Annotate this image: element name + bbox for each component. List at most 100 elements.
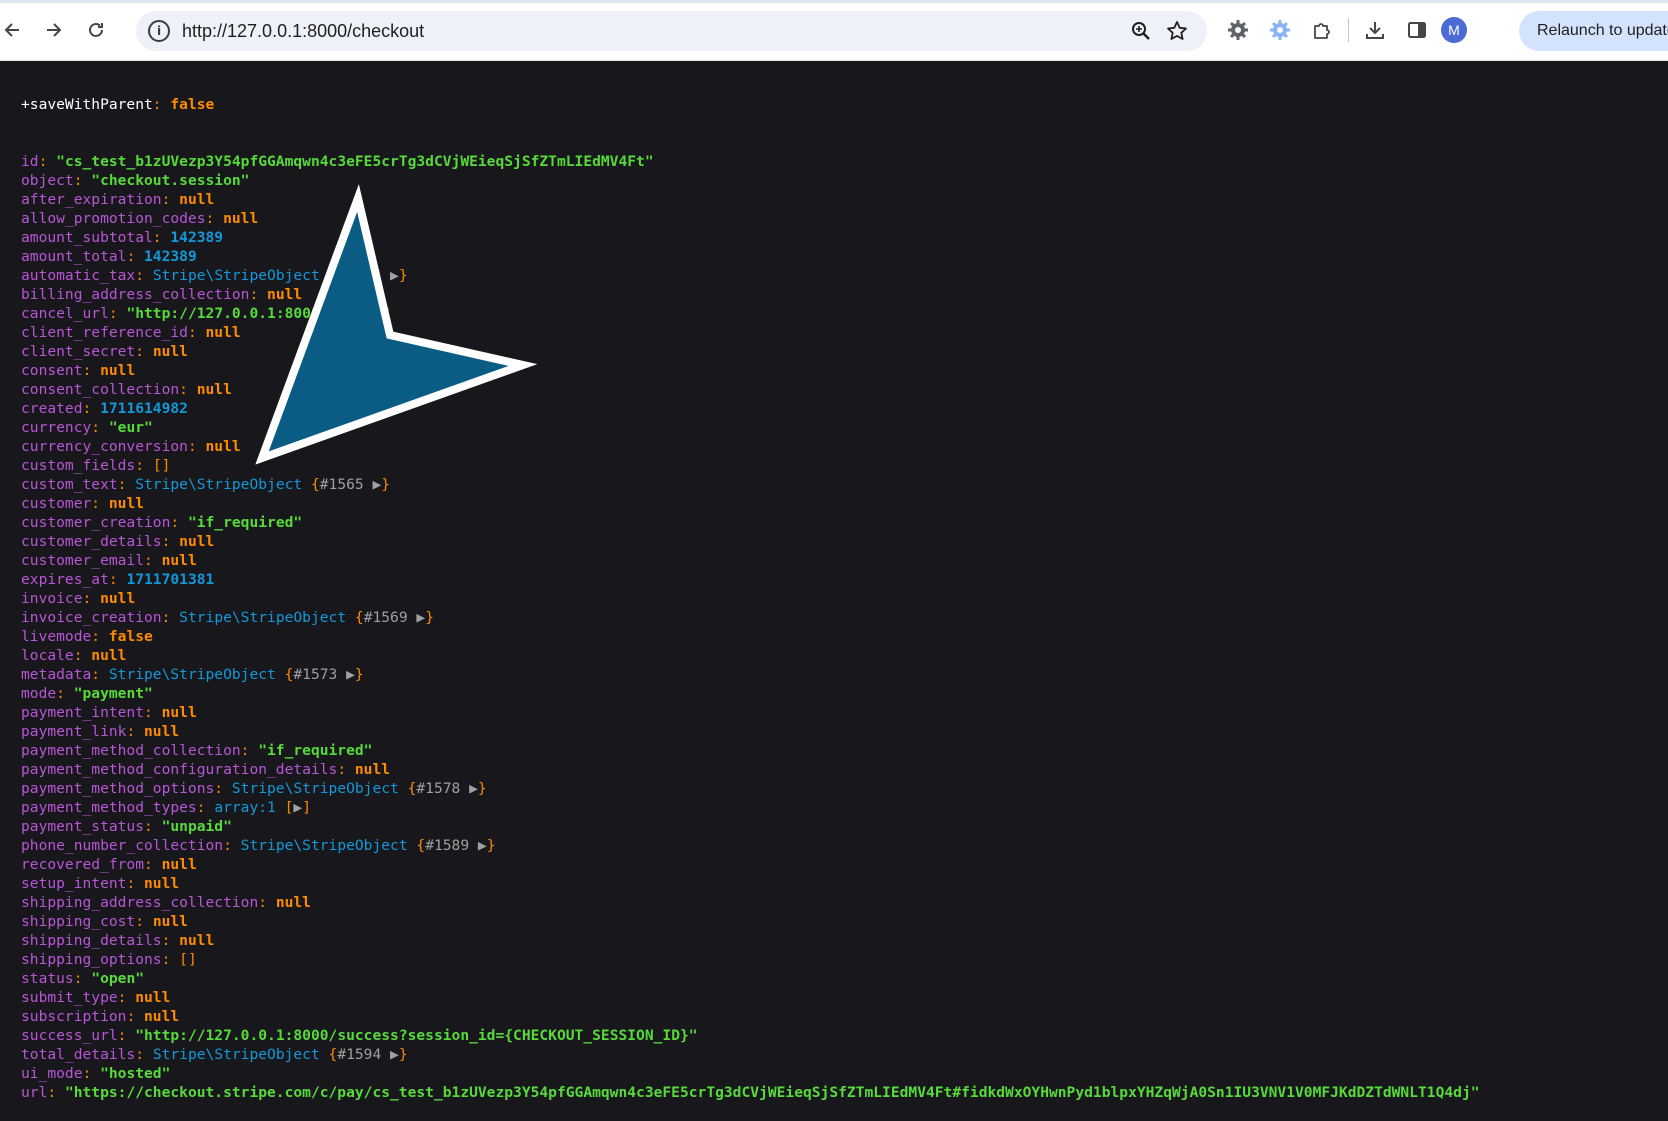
dump-value: null <box>354 761 391 778</box>
dump-row: shipping_options: [] <box>21 951 197 968</box>
dump-value: null <box>100 362 136 379</box>
forward-icon[interactable] <box>36 12 72 48</box>
dump-row: phone_number_collection: Stripe\StripeOb… <box>21 837 496 854</box>
dump-value: "eur" <box>108 419 153 436</box>
dump-key: mode <box>21 685 57 702</box>
dump-row: consent: null <box>21 362 136 379</box>
relaunch-button[interactable]: Relaunch to update <box>1519 11 1668 51</box>
dump-key: customer <box>21 495 92 512</box>
site-info-icon[interactable]: i <box>148 20 170 42</box>
dump-value: "https://checkout.stripe.com/c/pay/cs_te… <box>64 1084 1480 1101</box>
object-ref: #1573 <box>293 666 338 683</box>
expand-toggle-icon[interactable]: ▶ <box>469 837 487 854</box>
dump-key: payment_intent <box>21 704 145 721</box>
toolbar-separator <box>1348 18 1349 42</box>
dump-row: created: 1711614982 <box>21 400 188 417</box>
address-bar[interactable]: i http://127.0.0.1:8000/checkout <box>136 11 1207 51</box>
dump-row: amount_total: 142389 <box>21 248 197 265</box>
dump-value: Stripe\StripeObject <box>179 609 347 626</box>
dump-key: shipping_cost <box>21 913 136 930</box>
extension-gear-icon[interactable] <box>1220 12 1256 48</box>
extension-flower-icon[interactable] <box>1262 12 1298 48</box>
expand-toggle-icon[interactable]: ▶ <box>381 1046 399 1063</box>
dump-row: payment_method_types: array:1 [▶] <box>21 799 311 816</box>
dump-value: 1711701381 <box>126 571 215 588</box>
dump-row: billing_address_collection: null <box>21 286 303 303</box>
dump-key: success_url <box>21 1027 118 1044</box>
dump-key: allow_promotion_codes <box>21 210 206 227</box>
dump-key: custom_fields <box>21 457 136 474</box>
dump-row: payment_method_collection: "if_required" <box>21 742 373 759</box>
dump-value: null <box>135 989 171 1006</box>
dump-key: payment_status <box>21 818 145 835</box>
dump-row: invoice_creation: Stripe\StripeObject {#… <box>21 609 434 626</box>
dump-value: null <box>267 286 303 303</box>
dump-value: null <box>179 932 215 949</box>
dump-value: null <box>205 324 241 341</box>
expand-toggle-icon[interactable]: ▶ <box>364 476 381 493</box>
expand-toggle-icon[interactable]: ▶ <box>381 267 399 284</box>
expand-toggle-icon[interactable]: ▶ <box>337 666 355 683</box>
dump-key: customer_email <box>21 552 145 569</box>
dump-value: null <box>196 381 232 398</box>
object-ref: #1589 <box>425 837 470 854</box>
dump-key: invoice_creation <box>21 609 162 626</box>
side-panel-icon[interactable] <box>1399 12 1435 48</box>
zoom-icon[interactable] <box>1125 15 1157 47</box>
dump-key: phone_number_collection <box>21 837 224 854</box>
dump-value: null <box>152 343 188 360</box>
dump-value: "http://127.0.0.1:8000/cancel" <box>126 305 391 322</box>
dump-key: payment_method_configuration_details <box>21 761 338 778</box>
expand-toggle-icon[interactable]: ▶ <box>408 609 425 626</box>
dump-value: "if_required" <box>258 742 373 759</box>
dump-value: 142389 <box>170 229 224 246</box>
expand-toggle-icon[interactable]: ▶ <box>293 799 302 816</box>
dump-key: id <box>21 153 39 170</box>
dump-value: null <box>161 856 197 873</box>
dump-key: amount_total <box>21 248 127 265</box>
dump-key: url <box>21 1084 48 1101</box>
dump-key: custom_text <box>21 476 118 493</box>
url-text[interactable]: http://127.0.0.1:8000/checkout <box>182 21 424 42</box>
dump-row: setup_intent: null <box>21 875 180 892</box>
dump-row: currency_conversion: null <box>21 438 241 455</box>
expand-toggle-icon[interactable]: ▶ <box>460 780 478 797</box>
dump-row: expires_at: 1711701381 <box>21 571 215 588</box>
dump-key: expires_at <box>21 571 109 588</box>
dump-row: locale: null <box>21 647 127 664</box>
dump-row: allow_promotion_codes: null <box>21 210 259 227</box>
dump-key: billing_address_collection <box>21 286 250 303</box>
dump-key: shipping_details <box>21 932 162 949</box>
dump-value: Stripe\StripeObject <box>108 666 276 683</box>
dump-row: after_expiration: null <box>21 191 215 208</box>
reload-icon[interactable] <box>78 12 114 48</box>
dump-key: client_secret <box>21 343 136 360</box>
dump-value: "http://127.0.0.1:8000/success?session_i… <box>135 1027 698 1044</box>
extensions-puzzle-icon[interactable] <box>1304 12 1340 48</box>
profile-avatar[interactable]: M <box>1441 17 1467 43</box>
dump-value: null <box>144 875 180 892</box>
dump-value: Stripe\StripeObject <box>152 267 320 284</box>
object-ref: #1565 <box>319 476 364 493</box>
dump-key: automatic_tax <box>21 267 136 284</box>
dump-row: custom_text: Stripe\StripeObject {#1565 … <box>21 476 391 493</box>
dump-key: cancel_url <box>21 305 109 322</box>
dump-key: ui_mode <box>21 1065 83 1082</box>
dump-key: shipping_address_collection <box>21 894 259 911</box>
dump-rows: id: "cs_test_b1zUVezp3Y54pfGGAmqwn4c3eFE… <box>21 152 1668 1102</box>
download-icon[interactable] <box>1357 12 1393 48</box>
dump-row: submit_type: null <box>21 989 171 1006</box>
dump-key: after_expiration <box>21 191 162 208</box>
dump-key: consent_collection <box>21 381 180 398</box>
back-icon[interactable] <box>0 12 30 48</box>
dump-row: invoice: null <box>21 590 136 607</box>
dump-value: null <box>161 552 197 569</box>
dump-key: +saveWithParent <box>21 96 153 113</box>
var-dump-output: +saveWithParent: false id: "cs_test_b1zU… <box>21 57 1668 1121</box>
bookmark-star-icon[interactable] <box>1161 15 1193 47</box>
dump-key: invoice <box>21 590 83 607</box>
dump-row: customer_details: null <box>21 533 215 550</box>
dump-value: false <box>108 628 153 645</box>
dump-value: null <box>179 191 215 208</box>
dump-row: metadata: Stripe\StripeObject {#1573 ▶} <box>21 666 364 683</box>
